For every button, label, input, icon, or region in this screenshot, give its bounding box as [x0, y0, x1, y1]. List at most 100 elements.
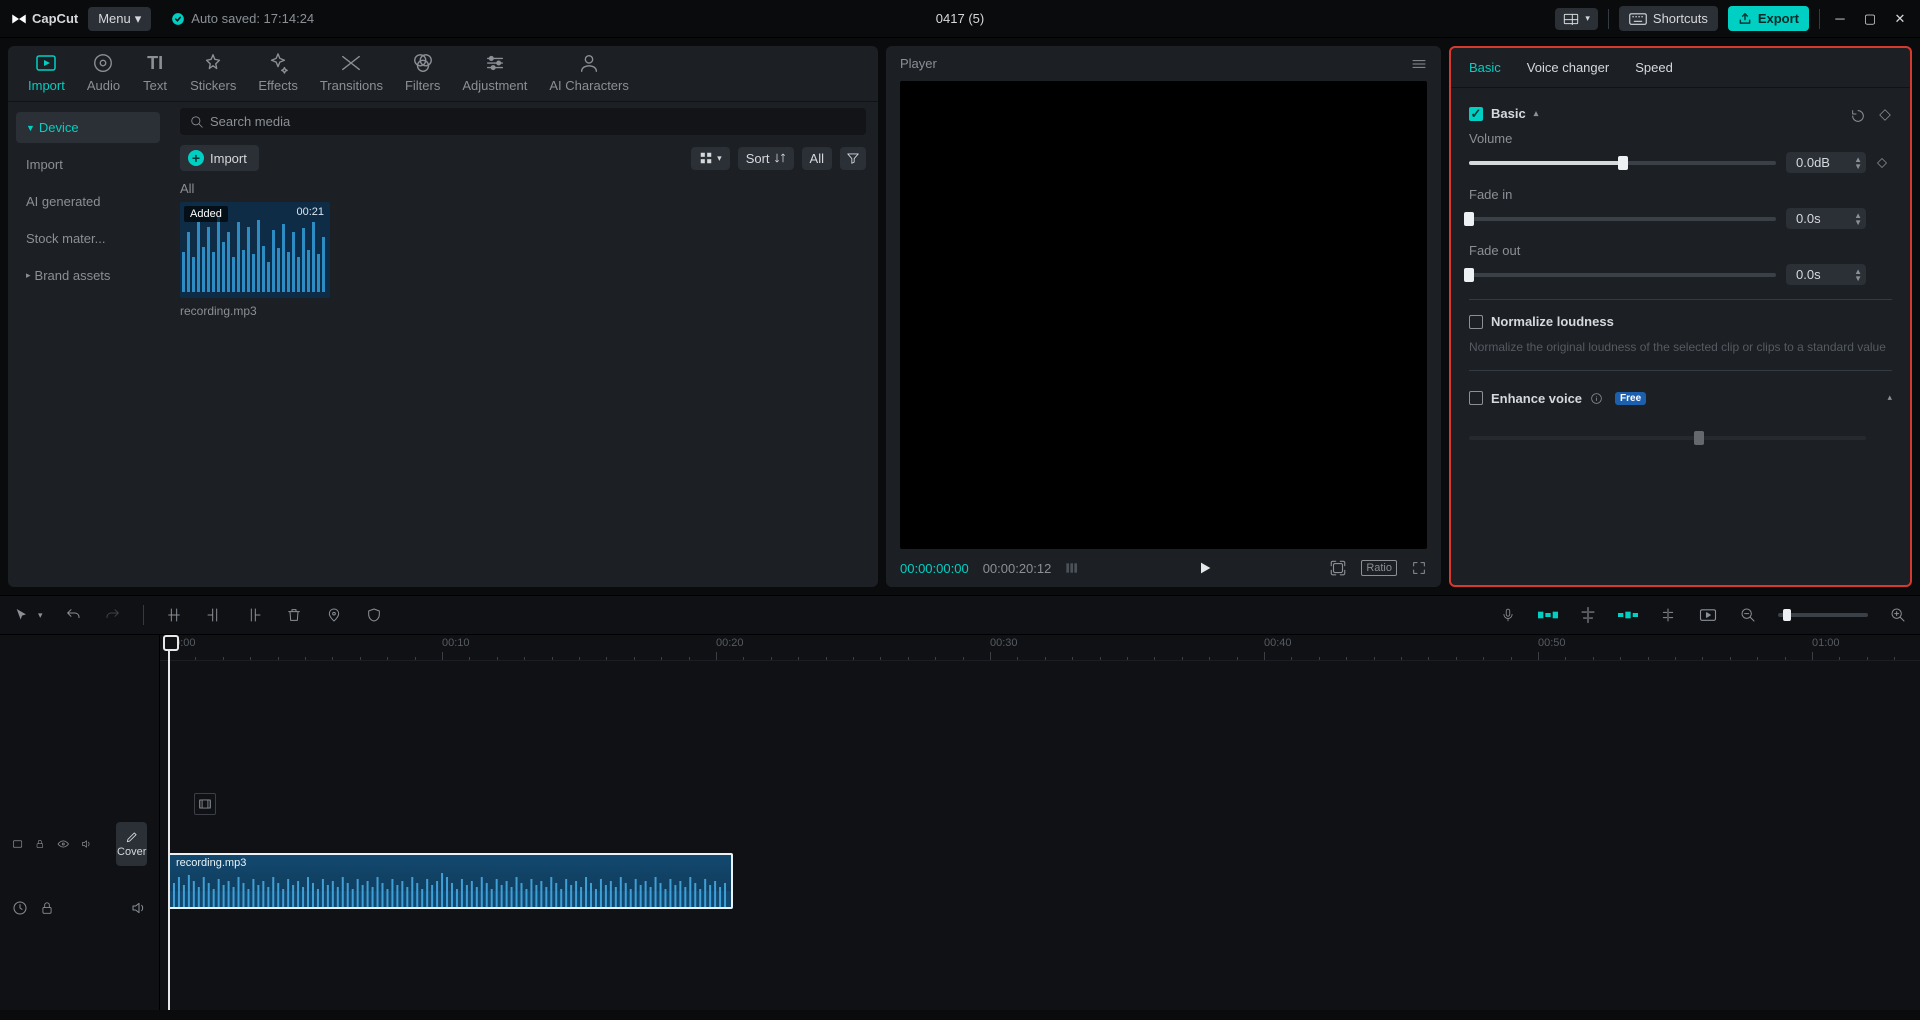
mute-icon[interactable] [131, 901, 147, 915]
menu-button[interactable]: Menu ▾ [88, 7, 151, 31]
playhead[interactable] [168, 635, 170, 1010]
time-ruler[interactable]: 00:00 00:10 00:20 00:30 00:40 00:50 01:0… [160, 635, 1920, 661]
play-button[interactable] [1197, 559, 1213, 577]
zoom-in-button[interactable] [1888, 605, 1908, 625]
hamburger-icon[interactable] [1411, 57, 1427, 71]
layout-button[interactable]: ▾ [1555, 8, 1598, 30]
volume-slider[interactable] [1469, 161, 1776, 165]
align-tool[interactable] [1578, 605, 1598, 625]
filters-icon [412, 52, 434, 74]
quality-icon[interactable] [1065, 561, 1081, 575]
timeline-toolbar: ▾ [0, 595, 1920, 635]
player-title: Player [900, 56, 937, 71]
sidebar-item-ai-generated[interactable]: AI generated [16, 186, 160, 217]
fadeout-slider[interactable] [1469, 273, 1776, 277]
ratio-button[interactable]: Ratio [1361, 560, 1397, 576]
normalize-header[interactable]: Normalize loudness [1469, 314, 1892, 329]
export-button[interactable]: Export [1728, 6, 1809, 31]
caret-up-icon: ▴ [1887, 392, 1892, 403]
audio-clip[interactable]: recording.mp3 [168, 853, 733, 909]
player-viewport[interactable] [900, 81, 1427, 549]
added-badge: Added [184, 206, 228, 222]
close-button[interactable]: ✕ [1890, 11, 1910, 27]
balance-slider[interactable] [1469, 436, 1866, 440]
undo-button[interactable] [63, 605, 83, 625]
free-badge: Free [1615, 392, 1646, 405]
zoom-out-button[interactable] [1738, 605, 1758, 625]
chevron-down-icon[interactable]: ▾ [38, 610, 43, 621]
section-heading: All [180, 181, 866, 196]
preview-tool[interactable] [1698, 605, 1718, 625]
timeline-tracks[interactable]: 00:00 00:10 00:20 00:30 00:40 00:50 01:0… [160, 635, 1920, 1010]
pencil-icon [124, 830, 140, 844]
autosave-status: Auto saved: 17:14:24 [171, 11, 314, 26]
shield-tool[interactable] [364, 605, 384, 625]
clock-icon[interactable] [12, 900, 28, 916]
checkbox-icon: ✓ [1469, 107, 1483, 121]
normalize-description: Normalize the original loudness of the s… [1469, 339, 1892, 356]
sort-icon [774, 152, 786, 164]
sidebar-item-brand-assets[interactable]: ▸Brand assets [16, 260, 160, 291]
maximize-button[interactable]: ▢ [1860, 11, 1880, 27]
fadein-slider[interactable] [1469, 217, 1776, 221]
split-left-tool[interactable] [204, 605, 224, 625]
lock-icon[interactable] [35, 836, 45, 852]
cover-button[interactable]: Cover [116, 822, 147, 866]
sidebar-item-import[interactable]: Import [16, 149, 160, 180]
tab-import[interactable]: Import [28, 52, 65, 93]
tab-voice-changer[interactable]: Voice changer [1527, 60, 1609, 75]
tab-speed[interactable]: Speed [1635, 60, 1673, 75]
reset-icon[interactable] [1850, 108, 1866, 124]
tab-adjustment[interactable]: Adjustment [462, 52, 527, 93]
scale-icon[interactable] [1329, 559, 1347, 577]
filter-all-button[interactable]: All [802, 147, 832, 170]
magnet-main-tool[interactable] [1538, 605, 1558, 625]
tab-audio[interactable]: Audio [87, 52, 120, 93]
tab-text[interactable]: TI Text [142, 52, 168, 93]
tab-effects[interactable]: Effects [258, 52, 298, 93]
mute-icon[interactable] [81, 837, 92, 851]
lock-icon[interactable] [40, 900, 54, 916]
enhance-voice-header[interactable]: Enhance voice Free [1469, 391, 1646, 406]
tab-basic[interactable]: Basic [1469, 60, 1501, 75]
filter-button[interactable] [840, 147, 866, 170]
eye-icon[interactable] [57, 838, 70, 850]
keyframe-icon[interactable] [1878, 108, 1892, 122]
volume-value[interactable]: 0.0dB▲▼ [1786, 152, 1866, 173]
minimize-button[interactable]: ─ [1830, 11, 1850, 26]
tab-ai-characters[interactable]: AI Characters [549, 52, 628, 93]
fadein-value[interactable]: 0.0s▲▼ [1786, 208, 1866, 229]
search-input[interactable]: Search media [180, 108, 866, 135]
keyframe-icon[interactable] [1876, 157, 1892, 169]
tab-transitions[interactable]: Transitions [320, 52, 383, 93]
clip-name: recording.mp3 [180, 304, 330, 318]
split-right-tool[interactable] [244, 605, 264, 625]
zoom-slider[interactable] [1778, 613, 1868, 617]
fadeout-value[interactable]: 0.0s▲▼ [1786, 264, 1866, 285]
mic-tool[interactable] [1498, 605, 1518, 625]
redo-button[interactable] [103, 605, 123, 625]
pointer-tool[interactable] [12, 605, 32, 625]
delete-tool[interactable] [284, 605, 304, 625]
transitions-icon [340, 53, 362, 73]
basic-group-header[interactable]: ✓ Basic ▴ [1469, 106, 1538, 121]
fullscreen-icon[interactable] [1411, 560, 1427, 576]
import-button[interactable]: + Import [180, 145, 259, 171]
magnet-aux-tool[interactable] [1618, 605, 1638, 625]
tab-stickers[interactable]: Stickers [190, 52, 236, 93]
tab-filters[interactable]: Filters [405, 52, 440, 93]
export-icon [1738, 12, 1752, 26]
sort-button[interactable]: Sort [738, 147, 794, 170]
collapse-icon[interactable] [12, 837, 23, 851]
view-mode-button[interactable]: ▾ [691, 147, 730, 170]
media-sidebar: ▼Device Import AI generated Stock mater.… [8, 102, 168, 587]
link-tool[interactable] [1658, 605, 1678, 625]
marker-tool[interactable] [324, 605, 344, 625]
title-bar: CapCut Menu ▾ Auto saved: 17:14:24 0417 … [0, 0, 1920, 38]
split-tool[interactable] [164, 605, 184, 625]
video-lane-controls: Cover [0, 812, 159, 876]
sidebar-item-stock-material[interactable]: Stock mater... [16, 223, 160, 254]
shortcuts-button[interactable]: Shortcuts [1619, 6, 1718, 31]
sidebar-item-device[interactable]: ▼Device [16, 112, 160, 143]
media-clip[interactable]: Added 00:21 recording.mp3 [180, 202, 330, 318]
